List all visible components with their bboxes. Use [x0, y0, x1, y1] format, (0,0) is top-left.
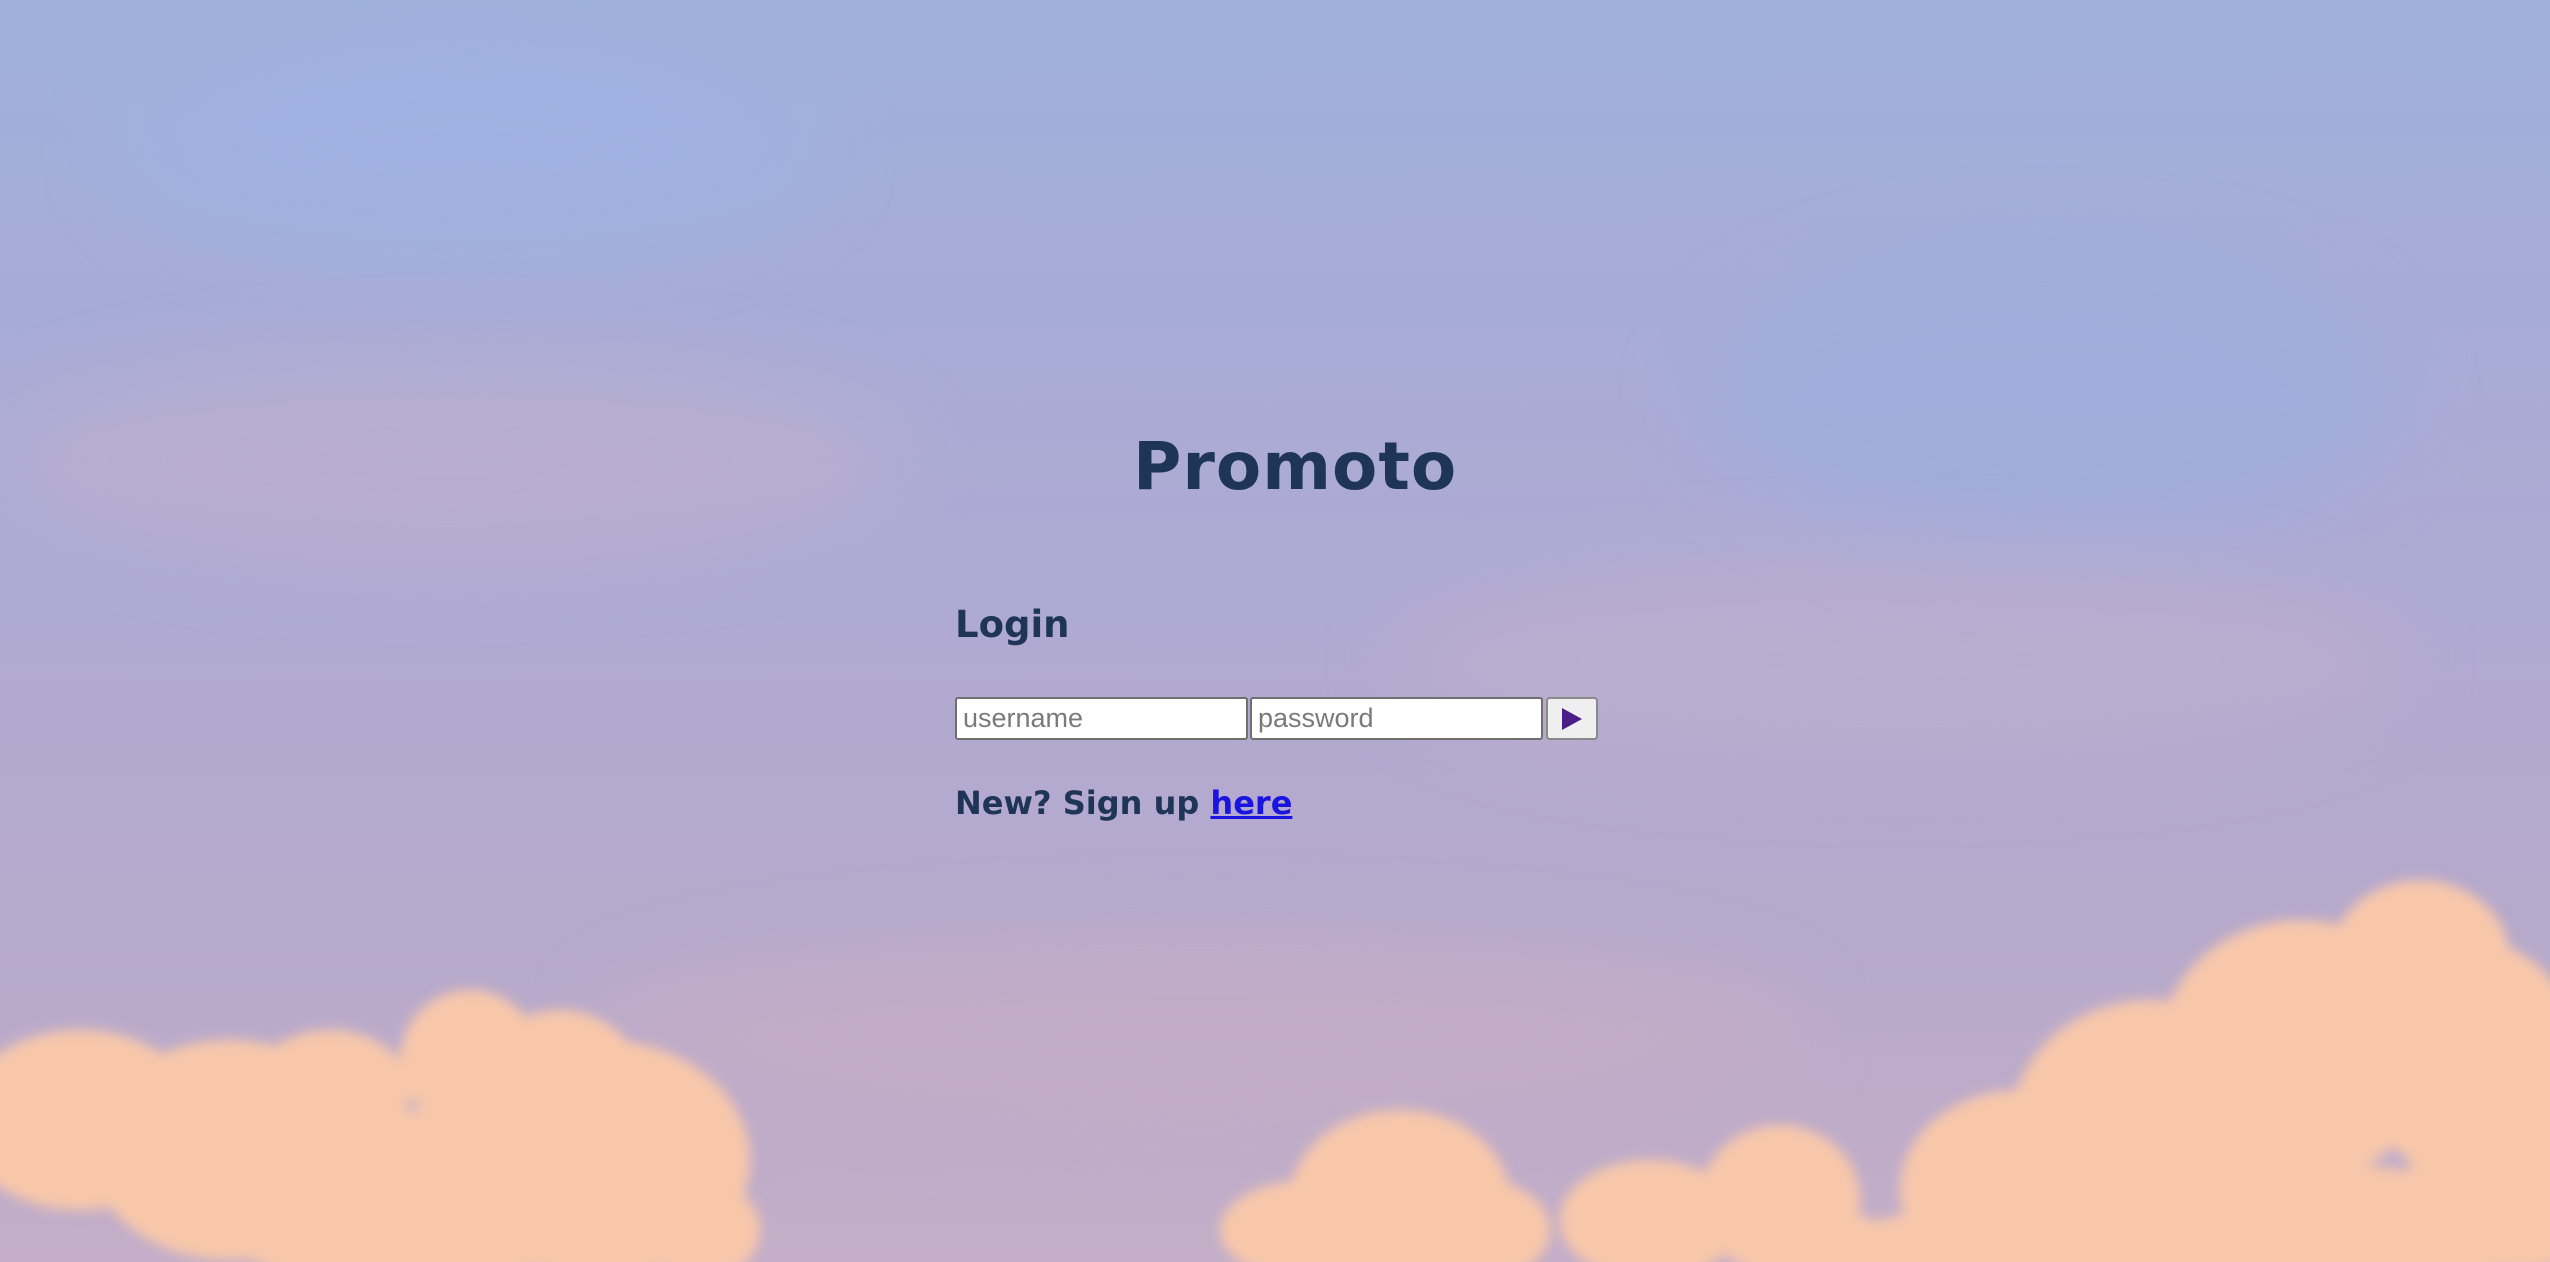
username-input[interactable] [955, 697, 1248, 740]
signup-link[interactable]: here [1210, 784, 1292, 822]
signup-prompt: New? Sign up here [955, 784, 1292, 822]
signup-prompt-text: New? Sign up [955, 784, 1200, 822]
login-submit-button[interactable] [1546, 697, 1598, 740]
app-title: Promoto [1133, 428, 1458, 505]
login-heading: Login [955, 603, 1070, 646]
login-form [955, 697, 1598, 740]
sky-background [0, 0, 2550, 1262]
play-triangle-icon [1562, 707, 1582, 730]
password-input[interactable] [1250, 697, 1543, 740]
clouds-illustration [0, 880, 2550, 1262]
